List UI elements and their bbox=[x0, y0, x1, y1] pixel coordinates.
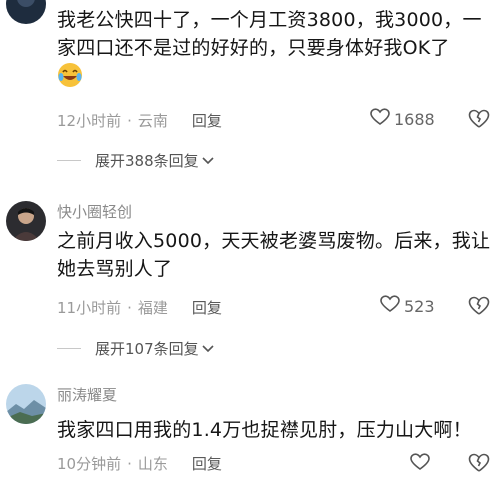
like-count: 1688 bbox=[394, 109, 435, 129]
broken-heart-icon bbox=[468, 109, 490, 133]
comment-time: 10分钟前 bbox=[57, 455, 122, 473]
dislike-button[interactable] bbox=[468, 453, 490, 475]
comment-meta: 11小时前 · 福建 回复 bbox=[57, 299, 222, 317]
reply-button[interactable]: 回复 bbox=[192, 299, 222, 317]
comment-time: 12小时前 bbox=[57, 112, 122, 130]
comment-meta: 10分钟前 · 山东 回复 bbox=[57, 455, 222, 473]
expand-replies-label: 展开107条回复 bbox=[95, 340, 199, 358]
heart-icon bbox=[380, 295, 400, 317]
comment-text: 之前月收入5000，天天被老婆骂废物。后来，我让她去骂别人了 bbox=[57, 230, 491, 280]
comment-meta: 12小时前 · 云南 回复 bbox=[57, 112, 222, 130]
chevron-down-icon bbox=[201, 340, 215, 358]
comment-location: 山东 bbox=[137, 455, 168, 473]
broken-heart-icon bbox=[468, 296, 490, 320]
divider-line bbox=[57, 348, 81, 349]
comment-location: 福建 bbox=[137, 299, 168, 317]
heart-icon bbox=[370, 108, 390, 130]
comment-text: 我家四口用我的1.4万也捉襟见肘，压力山大啊！ bbox=[57, 419, 472, 441]
avatar[interactable] bbox=[6, 201, 46, 241]
expand-replies-button[interactable]: 展开388条回复 bbox=[57, 150, 215, 171]
laughing-tears-emoji-icon bbox=[57, 62, 83, 88]
like-button[interactable]: 523 bbox=[380, 295, 435, 317]
reply-button[interactable]: 回复 bbox=[192, 112, 222, 130]
heart-icon bbox=[410, 453, 430, 475]
comment-time: 11小时前 bbox=[57, 299, 122, 317]
divider-line bbox=[57, 160, 81, 161]
expand-replies-button[interactable]: 展开107条回复 bbox=[57, 338, 215, 359]
comment-username[interactable]: 丽涛耀夏 bbox=[57, 384, 117, 405]
chevron-down-icon bbox=[201, 152, 215, 170]
comment-location: 云南 bbox=[137, 112, 168, 130]
like-count: 523 bbox=[404, 296, 435, 316]
like-button[interactable]: 1688 bbox=[370, 108, 435, 130]
expand-replies-label: 展开388条回复 bbox=[95, 152, 199, 170]
avatar[interactable] bbox=[6, 384, 46, 424]
reply-button[interactable]: 回复 bbox=[192, 455, 222, 473]
like-button[interactable] bbox=[410, 453, 430, 475]
dislike-button[interactable] bbox=[468, 109, 490, 131]
avatar[interactable] bbox=[6, 0, 46, 24]
comment-text: 我老公快四十了，一个月工资3800，我3000，一家四口还不是过的好好的，只要身… bbox=[57, 6, 497, 96]
dislike-button[interactable] bbox=[468, 296, 490, 318]
comment-username[interactable]: 快小圈轻创 bbox=[57, 201, 132, 222]
